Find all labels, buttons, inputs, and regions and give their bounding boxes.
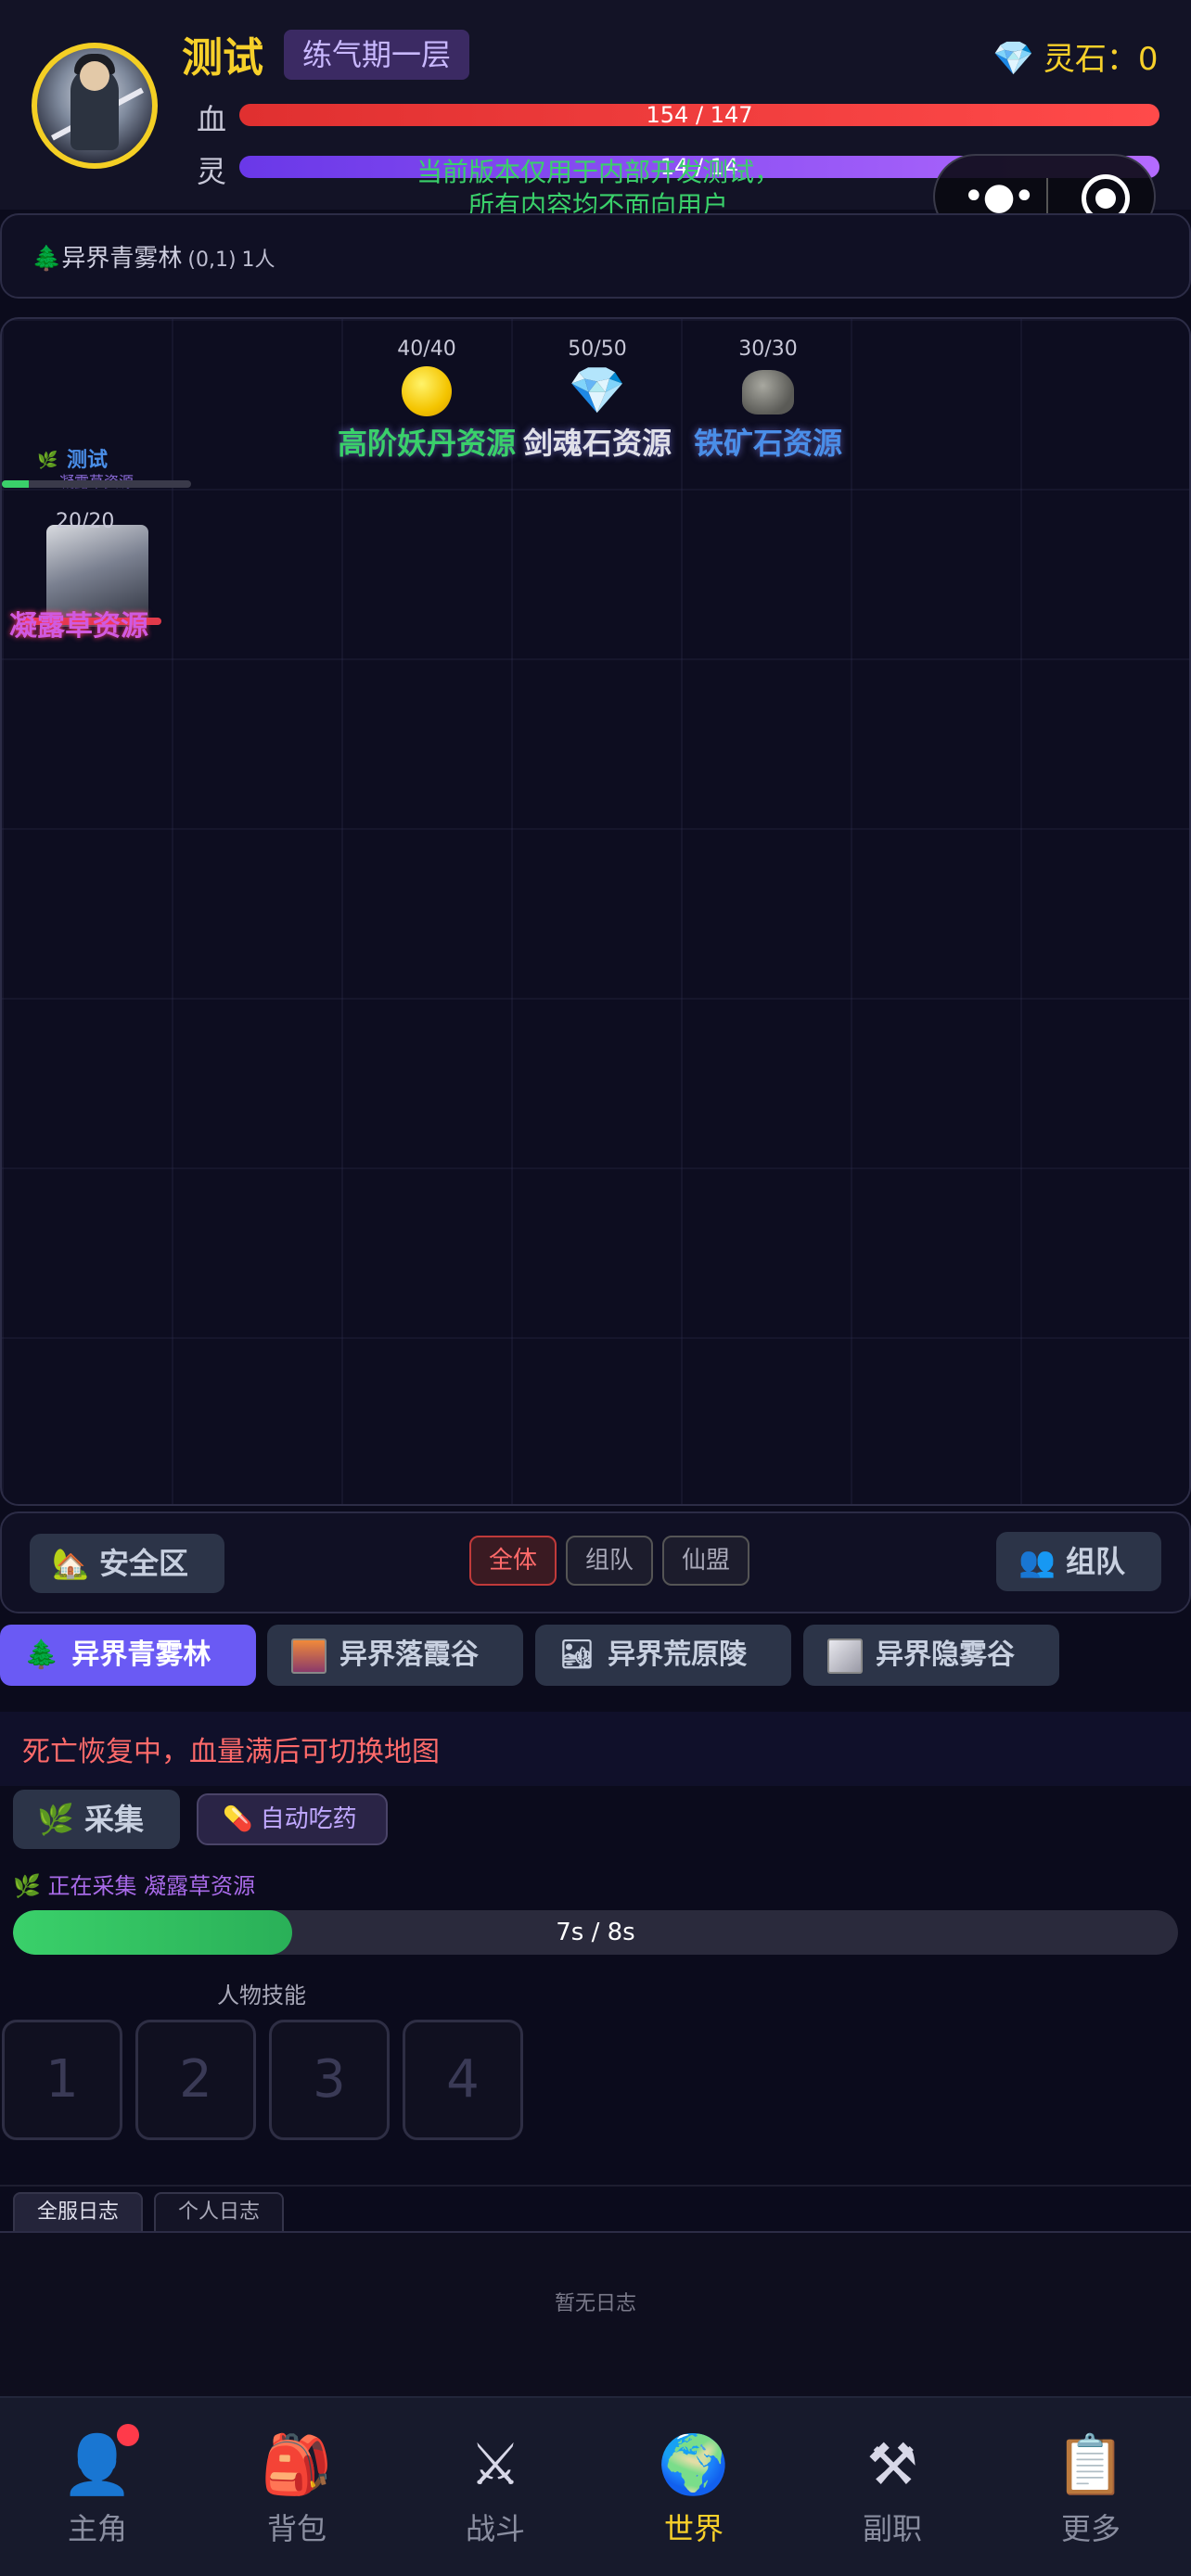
herb-icon: 🌿: [13, 1873, 41, 1899]
backpack-icon: 🎒: [261, 2430, 333, 2498]
log-empty-text: 暂无日志: [554, 2292, 636, 2315]
tree-icon: 🌲: [32, 245, 62, 273]
location-people: 1人: [241, 249, 275, 272]
hp-text: 154 / 147: [646, 104, 753, 126]
skill-slot-1[interactable]: 1: [2, 2020, 122, 2140]
nav-label: 背包: [266, 2511, 327, 2546]
gather-progress-text: 7s / 8s: [556, 1919, 635, 1946]
map-tab-luoxiagu[interactable]: 异界落霞谷: [267, 1625, 523, 1686]
player-marker-progress-fill: [2, 480, 29, 488]
hp-label: 血: [197, 102, 227, 137]
gathering-status: 🌿 正在采集 凝露草资源: [13, 1868, 255, 1900]
resource-name: 铁矿石资源: [693, 426, 842, 461]
resource-node[interactable]: 50/50 💎 剑魂石资源: [505, 338, 690, 463]
safe-zone-label: 安全区: [98, 1546, 188, 1581]
auto-pill-button[interactable]: 💊 自动吃药: [197, 1793, 388, 1845]
nav-character[interactable]: 👤 主角: [14, 2428, 181, 2548]
person-icon: 👤: [61, 2430, 134, 2498]
log-tab-personal[interactable]: 个人日志: [154, 2192, 285, 2231]
player-name: 测试: [182, 34, 263, 82]
player-avatar[interactable]: [32, 43, 158, 169]
world-map-grid[interactable]: [0, 317, 1191, 1506]
nav-label: 更多: [1060, 2511, 1121, 2546]
map-tab-label: 异界荒原陵: [608, 1639, 748, 1671]
nav-backpack[interactable]: 🎒 背包: [213, 2428, 380, 2548]
resource-count: 40/40: [397, 338, 456, 361]
map-tab-qingwulin[interactable]: 🌲 异界青雾林: [0, 1625, 256, 1686]
globe-icon: 🌍: [658, 2430, 730, 2498]
death-recovery-message: 死亡恢复中，血量满后可切换地图: [22, 1736, 440, 1768]
channel-guild[interactable]: 仙盟: [662, 1536, 749, 1586]
gathering-text: 正在采集 凝露草资源: [47, 1873, 256, 1899]
channel-all[interactable]: 全体: [469, 1536, 557, 1586]
skill-slot-2[interactable]: 2: [135, 2020, 256, 2140]
nav-more[interactable]: 📋 更多: [1007, 2428, 1174, 2548]
nav-world[interactable]: 🌍 世界: [610, 2428, 777, 2548]
desert-icon: 🏜: [559, 1639, 596, 1671]
house-icon: 🏡: [52, 1546, 89, 1581]
herb-resource-node[interactable]: 20/20 凝露草资源: [9, 506, 163, 643]
log-tab-server[interactable]: 全服日志: [13, 2192, 144, 2231]
nav-label: 副职: [862, 2511, 922, 2546]
resource-count: 50/50: [568, 338, 627, 361]
herb-name: 凝露草资源: [9, 610, 148, 643]
map-tab-label: 异界青雾林: [71, 1639, 211, 1671]
realm-badge: 练气期一层: [284, 30, 470, 80]
herb-count: 20/20: [56, 510, 115, 533]
sunset-icon: [291, 1638, 327, 1674]
pickaxe-icon: ⚒: [866, 2430, 918, 2498]
auto-pill-label: 自动吃药: [260, 1805, 357, 1833]
nav-label: 主角: [67, 2511, 127, 2546]
fog-icon: [827, 1638, 863, 1674]
gather-button[interactable]: 🌿 采集: [13, 1790, 180, 1849]
resource-name: 剑魂石资源: [522, 426, 672, 461]
resource-count: 30/30: [738, 338, 798, 361]
more-dots-icon[interactable]: •●•: [963, 178, 1035, 215]
dev-notice-line1: 当前版本仅用于内部开发测试，: [416, 157, 780, 187]
channel-team[interactable]: 组队: [566, 1536, 653, 1586]
location-name: 异界青雾林: [61, 245, 183, 273]
nav-label: 战斗: [465, 2511, 525, 2546]
map-tab-label: 异界落霞谷: [339, 1639, 479, 1671]
gather-label: 采集: [83, 1802, 144, 1837]
skills-title: 人物技能: [217, 1983, 306, 2009]
herb-icon: 🌿: [37, 1802, 74, 1837]
resource-node[interactable]: 30/30 铁矿石资源: [675, 338, 861, 463]
spirit-stone-counter: 💎 灵石：0: [992, 33, 1158, 79]
clipboard-icon: 📋: [1055, 2430, 1127, 2498]
crossed-swords-icon: ⚔: [469, 2430, 521, 2498]
nav-label: 世界: [663, 2511, 724, 2546]
resource-node[interactable]: 40/40 高阶妖丹资源: [334, 338, 519, 463]
skill-slot-3[interactable]: 3: [269, 2020, 390, 2140]
location-coords: (0,1): [187, 249, 237, 272]
people-icon: 👥: [1018, 1544, 1056, 1579]
safe-zone-button[interactable]: 🏡 安全区: [30, 1534, 224, 1593]
location-info: 🌲异界青雾林 (0,1) 1人: [32, 239, 275, 274]
team-label: 组队: [1065, 1544, 1125, 1579]
avatar-head: [80, 61, 109, 91]
tree-icon: 🌲: [24, 1639, 59, 1671]
map-tab-huangyuanling[interactable]: 🏜 异界荒原陵: [535, 1625, 791, 1686]
gem-icon: 💎: [992, 40, 1034, 78]
leaf-icon: 🌿: [37, 451, 58, 470]
gem-icon: 💎: [568, 363, 627, 417]
golden-orb-icon: [402, 366, 452, 416]
skill-slot-4[interactable]: 4: [403, 2020, 523, 2140]
notification-dot: [117, 2424, 139, 2446]
map-tab-yinwugu[interactable]: 异界隐雾谷: [803, 1625, 1059, 1686]
mp-label: 灵: [197, 154, 227, 189]
hp-bar: 154 / 147: [239, 104, 1159, 126]
map-tab-label: 异界隐雾谷: [876, 1639, 1015, 1671]
pill-icon: 💊: [223, 1805, 253, 1833]
rock-icon: [742, 370, 794, 414]
spirit-stone-label: 灵石：0: [1043, 41, 1159, 78]
team-button[interactable]: 👥 组队: [996, 1532, 1161, 1591]
section-divider: [0, 2185, 1191, 2187]
player-marker-progress: [2, 480, 191, 488]
nav-side-job[interactable]: ⚒ 副职: [809, 2428, 976, 2548]
nav-battle[interactable]: ⚔ 战斗: [412, 2428, 579, 2548]
resource-name: 高阶妖丹资源: [337, 426, 516, 461]
gather-progress-bar: 7s / 8s: [13, 1910, 1178, 1955]
